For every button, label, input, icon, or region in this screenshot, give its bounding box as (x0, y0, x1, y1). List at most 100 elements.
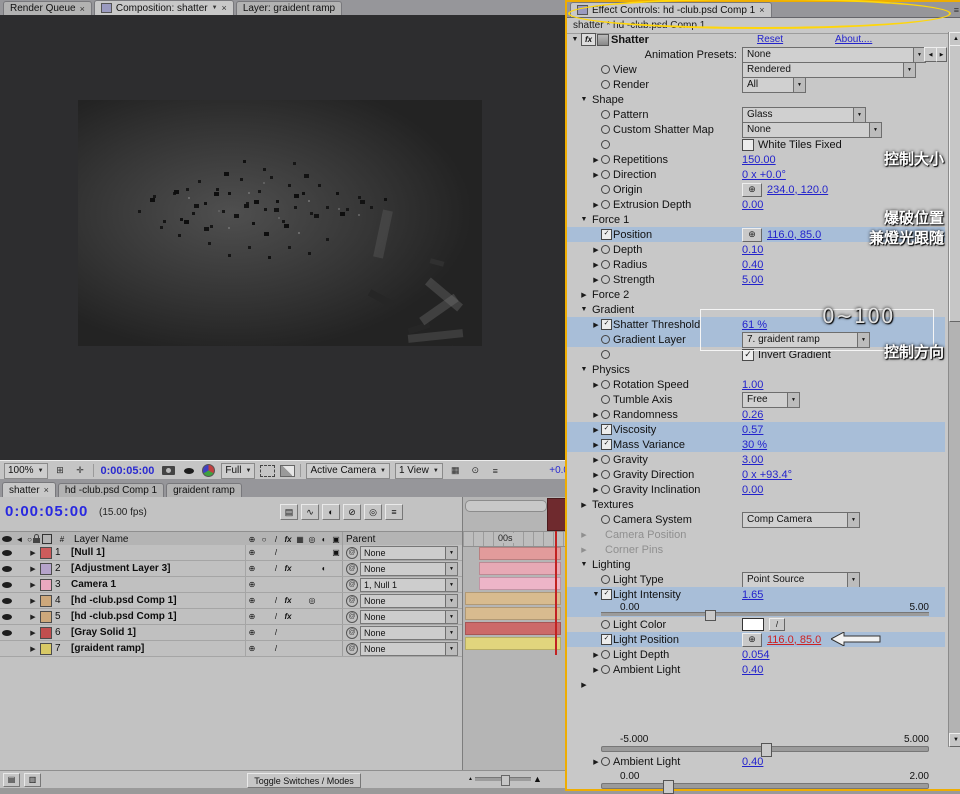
pickwhip-icon[interactable]: @ (346, 627, 358, 639)
shy-icon[interactable]: ⊕ (246, 564, 258, 573)
twirl-icon[interactable]: ▶ (591, 426, 601, 434)
twirl-icon[interactable]: ▶ (591, 411, 601, 419)
twirl-icon[interactable]: ▶ (591, 171, 601, 179)
twirl-icon[interactable]: ▶ (26, 613, 40, 621)
twirl-icon[interactable]: ▶ (26, 629, 40, 637)
shatter-map-dropdown[interactable]: None▼ (742, 122, 882, 138)
twirl-icon[interactable]: ▼ (579, 366, 589, 373)
twirl-icon[interactable]: ▶ (26, 549, 40, 557)
twirl-icon[interactable]: ▶ (591, 246, 601, 254)
twirl-icon[interactable]: ▶ (591, 666, 601, 674)
scrollbar[interactable]: ▲ ▼ (948, 32, 960, 747)
twirl-icon[interactable]: ▶ (579, 501, 589, 509)
gradient-layer-dropdown[interactable]: 7. graident ramp▼ (742, 332, 870, 348)
twirl-icon[interactable]: ▶ (591, 261, 601, 269)
twirl-icon[interactable]: ▶ (591, 381, 601, 389)
color-swatch[interactable] (742, 618, 764, 631)
show-snapshot-icon[interactable] (181, 464, 196, 477)
toggle-switches-modes-button[interactable]: Toggle Switches / Modes (247, 773, 361, 788)
time-ruler[interactable]: 00s (463, 531, 566, 547)
shy-icon[interactable]: ⊕ (246, 548, 258, 557)
twirl-icon[interactable]: ▶ (591, 758, 601, 766)
twirl-icon[interactable]: ▼ (579, 216, 589, 223)
tumble-axis-dropdown[interactable]: Free▼ (742, 392, 800, 408)
next-preset-icon[interactable]: ▶ (936, 47, 947, 62)
hide-shy-icon[interactable]: ◐ (322, 504, 340, 520)
effects-icon[interactable]: fx (282, 564, 294, 573)
twirl-icon[interactable]: ▼ (579, 306, 589, 313)
layer-name[interactable]: [Null 1] (71, 547, 245, 558)
shy-icon[interactable]: ⊕ (246, 644, 258, 653)
slider-track[interactable] (601, 746, 929, 752)
animation-presets-dropdown[interactable]: None▼ (742, 47, 926, 63)
slider-track[interactable] (601, 612, 929, 616)
tab-composition[interactable]: Composition: shatter▼× (94, 0, 234, 15)
resolution-dropdown[interactable]: Full▼ (221, 463, 255, 479)
effects-icon[interactable]: fx (282, 596, 294, 605)
comp-flowchart-icon[interactable]: ▤ (280, 504, 298, 520)
tab-render-queue[interactable]: Render Queue× (3, 1, 92, 15)
eyedropper-icon[interactable]: / (769, 618, 785, 631)
pickwhip-icon[interactable]: @ (346, 643, 358, 655)
viewer-timecode[interactable]: 0:00:05:00 (99, 465, 157, 477)
scroll-up-icon[interactable]: ▲ (949, 32, 960, 46)
shy-icon[interactable]: ⊕ (246, 628, 258, 637)
property-value[interactable]: 5.00 (742, 274, 763, 286)
property-value[interactable]: 0.57 (742, 424, 763, 436)
label-color-chip[interactable] (40, 547, 52, 559)
slider-track[interactable] (601, 783, 929, 789)
label-color-chip[interactable] (40, 627, 52, 639)
property-value[interactable]: 150.00 (742, 154, 776, 166)
timeline-button-icon[interactable]: ≡ (488, 464, 503, 477)
eye-icon[interactable] (0, 598, 13, 604)
twirl-icon[interactable]: ▼ (591, 591, 601, 598)
effects-icon[interactable]: fx (282, 612, 294, 621)
parent-dropdown[interactable]: None▼ (360, 546, 458, 560)
twirl-icon[interactable]: ▼ (579, 561, 589, 568)
label-color-chip[interactable] (40, 563, 52, 575)
pickwhip-icon[interactable]: @ (346, 563, 358, 575)
scroll-down-icon[interactable]: ▼ (949, 733, 960, 747)
reset-button[interactable]: Reset (757, 34, 783, 45)
layer-duration-bar[interactable] (465, 622, 561, 635)
crosshair-icon[interactable]: ⊕ (742, 633, 762, 647)
crosshair-icon[interactable]: ⊕ (742, 183, 762, 197)
label-color-chip[interactable] (40, 579, 52, 591)
property-value[interactable]: 0 x +93.4° (742, 469, 792, 481)
property-value[interactable]: 0.054 (742, 649, 770, 661)
parent-dropdown[interactable]: None▼ (360, 562, 458, 576)
shy-icon[interactable]: ⊕ (246, 580, 258, 589)
quality-icon[interactable]: / (270, 564, 282, 573)
scroll-thumb[interactable] (949, 45, 960, 322)
time-navigator-end[interactable] (547, 498, 566, 531)
current-time-indicator[interactable] (555, 531, 557, 655)
layer-duration-bar[interactable] (465, 592, 561, 605)
tab-timeline-comp[interactable]: hd -club.psd Comp 1 (58, 483, 164, 497)
current-timecode[interactable]: 0:00:05:00 (5, 503, 88, 520)
snapshot-icon[interactable] (161, 464, 176, 477)
close-icon[interactable]: × (44, 485, 49, 495)
pickwhip-icon[interactable]: @ (346, 547, 358, 559)
adjustment-layer-icon[interactable]: ◐ (318, 564, 330, 573)
ambient-light-slider[interactable]: 0.002.00 (567, 769, 945, 791)
about-button[interactable]: About.... (835, 34, 872, 45)
twirl-icon[interactable]: ▶ (591, 321, 601, 329)
tab-layer[interactable]: Layer: graident ramp (236, 1, 342, 15)
eye-icon[interactable] (0, 630, 13, 636)
eye-icon[interactable] (0, 566, 13, 572)
twirl-icon[interactable]: ▶ (591, 441, 601, 449)
label-color-chip[interactable] (40, 643, 52, 655)
property-value[interactable]: 0.00 (742, 199, 763, 211)
layer-name[interactable]: [Gray Solid 1] (71, 627, 245, 638)
pixel-aspect-icon[interactable]: ▦ (448, 464, 463, 477)
quality-icon[interactable]: / (270, 628, 282, 637)
layer-duration-bar[interactable] (479, 547, 561, 560)
magnification-dropdown[interactable]: 100%▼ (4, 463, 48, 479)
twirl-icon[interactable]: ▶ (579, 546, 589, 554)
quality-icon[interactable]: / (270, 548, 282, 557)
layer-duration-bar[interactable] (465, 607, 561, 620)
close-icon[interactable]: × (759, 5, 764, 15)
close-icon[interactable]: × (222, 3, 227, 13)
quality-icon[interactable]: / (270, 596, 282, 605)
layer-name[interactable]: Camera 1 (71, 579, 245, 590)
